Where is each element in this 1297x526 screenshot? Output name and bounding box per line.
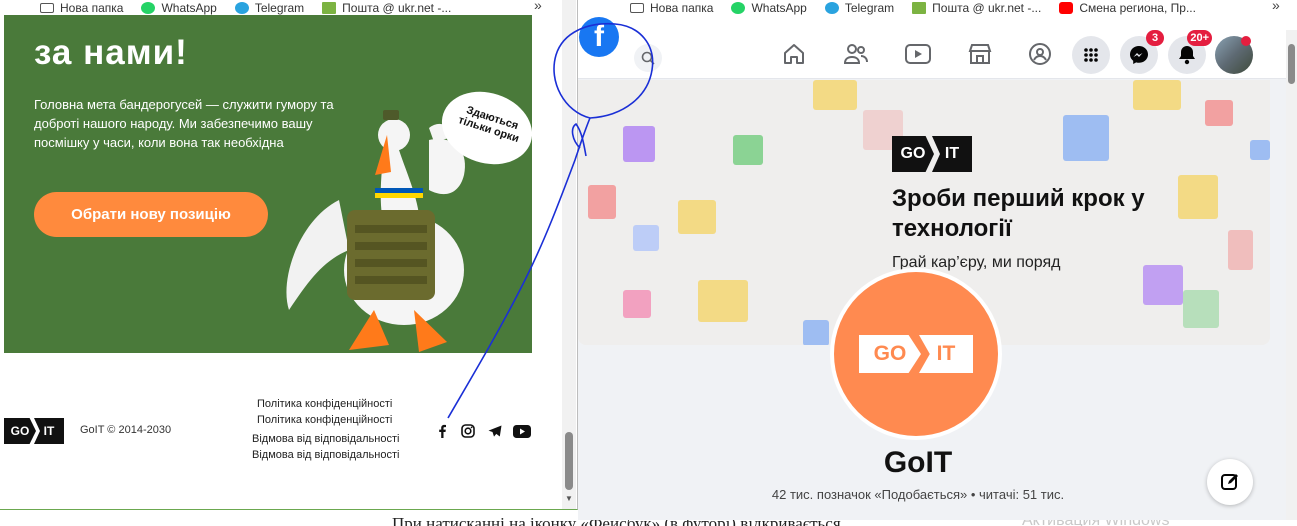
page-stats[interactable]: 42 тис. позначок «Подобається» • читачі:… bbox=[718, 487, 1118, 502]
bookmark-label: Telegram bbox=[254, 0, 305, 15]
more-bookmarks-button[interactable]: » bbox=[534, 0, 542, 13]
telegram-icon[interactable] bbox=[487, 424, 503, 438]
choose-position-button[interactable]: Обрати нову позицію bbox=[34, 192, 268, 237]
facebook-logo-letter: f bbox=[594, 20, 604, 53]
telegram-icon bbox=[234, 1, 249, 14]
more-bookmarks-button[interactable]: » bbox=[1272, 0, 1280, 13]
bookmark-label: WhatsApp bbox=[161, 0, 217, 15]
whatsapp-icon bbox=[731, 1, 746, 14]
logo-go: GO bbox=[4, 418, 36, 444]
bookmarks-bar: Нова папка WhatsApp Telegram Пошта @ ukr… bbox=[0, 0, 577, 15]
bookmark-folder[interactable]: Нова папка bbox=[40, 1, 123, 15]
pixel-decoration bbox=[623, 290, 651, 318]
video-icon[interactable] bbox=[902, 40, 934, 68]
telegram-icon bbox=[824, 1, 839, 14]
bookmark-region[interactable]: Смена региона, Пр... bbox=[1059, 1, 1196, 15]
profile-logo-it: IT bbox=[919, 335, 973, 373]
logo-go: GO bbox=[892, 136, 934, 172]
bookmark-whatsapp[interactable]: WhatsApp bbox=[141, 0, 217, 15]
ukrnet-icon bbox=[322, 1, 337, 14]
disclaimer-link[interactable]: Відмова від відповідальності bbox=[252, 433, 399, 445]
bookmark-label: Telegram bbox=[844, 0, 895, 15]
messenger-badge: 3 bbox=[1146, 30, 1164, 46]
cover-title: Зроби перший крок у технології bbox=[892, 185, 1145, 242]
copyright-text: GoIT © 2014-2030 bbox=[80, 424, 172, 436]
pixel-decoration bbox=[633, 225, 659, 251]
bookmark-folder[interactable]: Нова папка bbox=[630, 1, 713, 15]
bookmark-label: Пошта @ ukr.net -... bbox=[932, 0, 1042, 15]
speech-bubble-text: Здаються тільки орки bbox=[456, 104, 521, 146]
pixel-decoration bbox=[678, 200, 716, 234]
groups-icon[interactable] bbox=[1024, 40, 1056, 68]
bookmark-telegram[interactable]: Telegram bbox=[234, 0, 305, 15]
menu-grid-icon[interactable] bbox=[1072, 36, 1110, 74]
search-icon[interactable] bbox=[634, 44, 662, 72]
pixel-decoration bbox=[1133, 80, 1181, 110]
new-message-icon[interactable] bbox=[1207, 459, 1253, 505]
avatar-status-dot bbox=[1241, 36, 1251, 46]
right-window-scrollbar[interactable] bbox=[1286, 30, 1297, 520]
pixel-decoration bbox=[698, 280, 748, 322]
bookmark-label: Смена региона, Пр... bbox=[1079, 0, 1196, 15]
bookmark-telegram[interactable]: Telegram bbox=[824, 0, 895, 15]
bookmark-label: Нова папка bbox=[650, 0, 714, 15]
notifications-badge: 20+ bbox=[1187, 30, 1212, 46]
facebook-logo[interactable]: f bbox=[579, 17, 619, 57]
scrollbar-thumb[interactable] bbox=[565, 432, 573, 490]
whatsapp-icon bbox=[141, 1, 156, 14]
bookmark-whatsapp[interactable]: WhatsApp bbox=[731, 0, 807, 15]
ukrnet-icon bbox=[912, 1, 927, 14]
pixel-decoration bbox=[813, 80, 857, 110]
logo-it: IT bbox=[932, 136, 972, 172]
hero-title: за нами! bbox=[34, 33, 188, 72]
bookmark-label: Нова папка bbox=[60, 0, 124, 15]
left-window-scrollbar[interactable]: ▼ bbox=[562, 0, 576, 509]
youtube-icon bbox=[1059, 1, 1074, 14]
right-browser-window: Нова папка WhatsApp Telegram Пошта @ ukr… bbox=[578, 0, 1297, 520]
profile-logo-go: GO bbox=[859, 335, 921, 373]
logo-it: IT bbox=[34, 418, 64, 444]
pixel-decoration bbox=[733, 135, 763, 165]
privacy-policy-link[interactable]: Політика конфіденційності bbox=[257, 398, 392, 410]
bookmark-label: Пошта @ ukr.net -... bbox=[342, 0, 452, 15]
page-name: GoIT bbox=[883, 446, 953, 479]
privacy-policy-link[interactable]: Політика конфіденційності bbox=[257, 414, 392, 426]
bookmark-label: WhatsApp bbox=[751, 0, 807, 15]
disclaimer-link[interactable]: Відмова від відповідальності bbox=[252, 449, 399, 461]
pixel-decoration bbox=[1063, 115, 1109, 161]
pixel-decoration bbox=[1250, 140, 1270, 160]
marketplace-icon[interactable] bbox=[964, 40, 996, 68]
bookmark-ukrnet[interactable]: Пошта @ ukr.net -... bbox=[912, 1, 1041, 15]
profile-picture[interactable]: GO IT bbox=[834, 272, 998, 436]
notifications-bell-icon[interactable]: 20+ bbox=[1168, 30, 1212, 74]
home-icon[interactable] bbox=[778, 40, 810, 68]
pixel-decoration bbox=[623, 126, 655, 162]
scroll-down-arrow[interactable]: ▼ bbox=[565, 494, 573, 503]
footer-logo[interactable]: GO IT bbox=[4, 418, 66, 444]
left-browser-window: Нова папка WhatsApp Telegram Пошта @ ukr… bbox=[0, 0, 578, 510]
folder-icon bbox=[40, 2, 54, 13]
pixel-decoration bbox=[1205, 100, 1233, 126]
bookmarks-bar: Нова папка WhatsApp Telegram Пошта @ ukr… bbox=[578, 0, 1297, 15]
pixel-decoration bbox=[1178, 175, 1218, 219]
messenger-icon[interactable]: 3 bbox=[1120, 30, 1164, 74]
scrollbar-thumb[interactable] bbox=[1288, 44, 1295, 84]
pixel-decoration bbox=[1228, 230, 1253, 270]
pixel-decoration bbox=[1183, 290, 1219, 328]
youtube-icon[interactable] bbox=[513, 424, 531, 438]
pixel-decoration bbox=[803, 320, 829, 345]
pixel-decoration bbox=[588, 185, 616, 219]
friends-icon[interactable] bbox=[840, 40, 872, 68]
pixel-decoration bbox=[1143, 265, 1183, 305]
instagram-icon[interactable] bbox=[460, 424, 476, 438]
hero-section: за нами! Головна мета бандерогусей — слу… bbox=[4, 15, 532, 353]
bookmark-ukrnet[interactable]: Пошта @ ukr.net -... bbox=[322, 1, 451, 15]
folder-icon bbox=[630, 2, 644, 13]
facebook-icon[interactable] bbox=[434, 424, 450, 438]
cover-logo: GO IT bbox=[892, 136, 974, 172]
screen: При натисканні на іконку «Фейсбук» (в фу… bbox=[0, 0, 1297, 526]
